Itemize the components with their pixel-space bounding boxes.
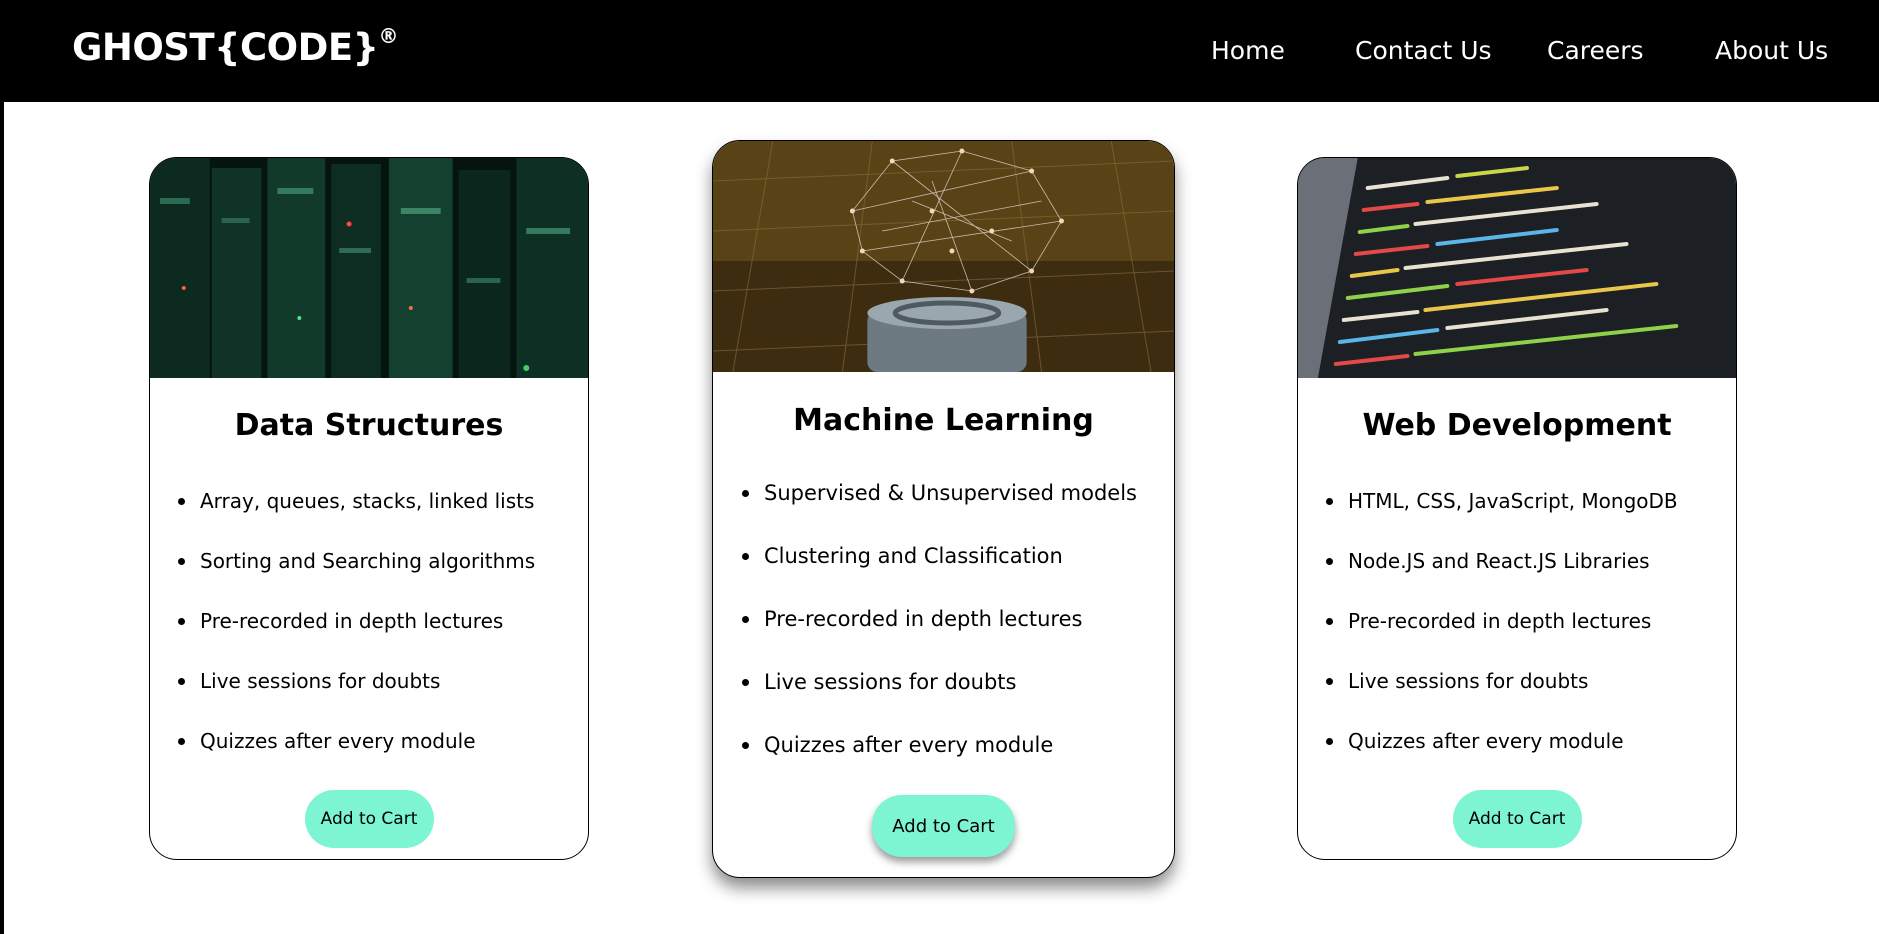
- list-item: Pre-recorded in depth lectures: [742, 606, 1174, 669]
- add-to-cart-button[interactable]: Add to Cart: [1452, 790, 1582, 848]
- list-item: Pre-recorded in depth lectures: [1326, 608, 1736, 668]
- list-item: Supervised & Unsupervised models: [742, 480, 1174, 543]
- registered-mark: ®: [378, 23, 398, 48]
- page: GHOST{CODE}® Home Contact Us Careers Abo…: [0, 0, 1879, 934]
- add-to-cart-button[interactable]: Add to Cart: [304, 790, 434, 848]
- window-edge: [0, 0, 4, 934]
- list-item: Sorting and Searching algorithms: [178, 548, 588, 608]
- list-item: Live sessions for doubts: [1326, 668, 1736, 728]
- list-item: Quizzes after every module: [178, 728, 588, 788]
- card-title: Data Structures: [234, 408, 504, 443]
- list-item: Clustering and Classification: [742, 543, 1174, 606]
- code-screen-image: [1298, 158, 1736, 378]
- list-item: Live sessions for doubts: [742, 669, 1174, 732]
- course-card-machine-learning: Machine Learning Supervised & Unsupervis…: [712, 140, 1175, 878]
- navbar: GHOST{CODE}® Home Contact Us Careers Abo…: [0, 0, 1879, 102]
- list-item: Node.JS and React.JS Libraries: [1326, 548, 1736, 608]
- list-item: Quizzes after every module: [742, 732, 1174, 795]
- course-card-data-structures: Data Structures Array, queues, stacks, l…: [149, 157, 589, 860]
- list-item: Pre-recorded in depth lectures: [178, 608, 588, 668]
- feature-list: HTML, CSS, JavaScript, MongoDB Node.JS a…: [1298, 488, 1736, 788]
- site-logo[interactable]: GHOST{CODE}®: [72, 23, 398, 69]
- list-item: Live sessions for doubts: [178, 668, 588, 728]
- card-title: Machine Learning: [793, 403, 1094, 438]
- server-racks-image: [150, 158, 588, 378]
- feature-list: Supervised & Unsupervised models Cluster…: [713, 480, 1174, 795]
- list-item: HTML, CSS, JavaScript, MongoDB: [1326, 488, 1736, 548]
- neural-network-image: [713, 141, 1174, 372]
- logo-text: GHOST{CODE}: [72, 26, 379, 69]
- list-item: Quizzes after every module: [1326, 728, 1736, 788]
- nav-careers-link[interactable]: Careers: [1547, 36, 1644, 65]
- nav-contact-link[interactable]: Contact Us: [1355, 36, 1492, 65]
- card-title: Web Development: [1362, 408, 1672, 443]
- feature-list: Array, queues, stacks, linked lists Sort…: [150, 488, 588, 788]
- nav-about-link[interactable]: About Us: [1715, 36, 1828, 65]
- nav-home-link[interactable]: Home: [1211, 36, 1285, 65]
- add-to-cart-button[interactable]: Add to Cart: [872, 795, 1015, 857]
- course-card-web-development: Web Development HTML, CSS, JavaScript, M…: [1297, 157, 1737, 860]
- list-item: Array, queues, stacks, linked lists: [178, 488, 588, 548]
